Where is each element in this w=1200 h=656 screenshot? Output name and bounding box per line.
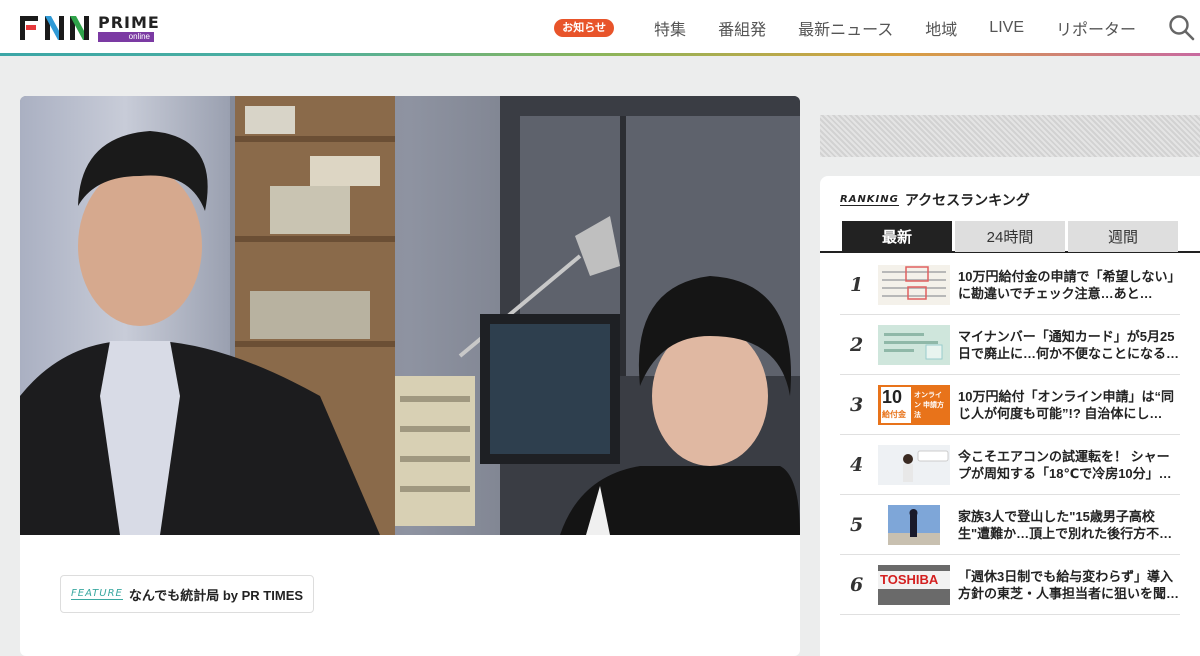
- ranking-thumbnail: 10 給付金 オンライン 申請方法: [878, 384, 950, 425]
- ranking-item[interactable]: 1 10万円給付金の申請で「希望しない」に勘違いでチェック注意…あと…: [840, 255, 1180, 315]
- thumb-text-online: オンライン 申請方法: [914, 391, 944, 419]
- ranking-number: 3: [850, 393, 864, 416]
- logo-online-text: online: [98, 31, 154, 42]
- tab-weekly[interactable]: 週間: [1068, 221, 1178, 252]
- fnn-logo-icon: [20, 16, 89, 40]
- ranking-title: 「週休3日制でも給与変わらず」導入方針の東芝・人事担当者に狙いを聞…: [958, 568, 1180, 601]
- main-nav: お知らせ 特集 番組発 最新ニュース 地域 LIVE リポーター: [554, 0, 1152, 56]
- ranking-number: 5: [850, 513, 864, 536]
- thumb-text-10: 10: [882, 386, 903, 407]
- fnn-logo-mark: [20, 16, 92, 40]
- ranking-thumbnail: [878, 444, 950, 485]
- nav-item-reporter[interactable]: リポーター: [1056, 16, 1136, 40]
- nav-item-latest-news[interactable]: 最新ニュース: [798, 16, 893, 40]
- nav-item-features[interactable]: 特集: [654, 16, 686, 40]
- ranking-item[interactable]: 2 マイナンバー「通知カード」が5月25日で廃止に…何か不便なことになる…: [840, 315, 1180, 375]
- nav-item-region[interactable]: 地域: [925, 16, 957, 40]
- ranking-heading-title: アクセスランキング: [904, 192, 1030, 208]
- ranking-thumbnail: [878, 264, 950, 305]
- nav-item-programs[interactable]: 番組発: [718, 16, 766, 40]
- ranking-item[interactable]: 3 10 給付金 オンライン 申請方法 10万円給付「オンライン申請」は“同じ人…: [840, 375, 1180, 435]
- notice-badge[interactable]: お知らせ: [554, 19, 615, 37]
- ranking-number: 6: [850, 573, 864, 596]
- hero-photo: [20, 96, 800, 535]
- article-card: FEATURE なんでも統計局 by PR TIMES: [20, 96, 800, 656]
- thumb-text-toshiba: TOSHIBA: [880, 571, 939, 587]
- header-color-bar: [0, 53, 1200, 56]
- tab-24h[interactable]: 24時間: [955, 221, 1065, 252]
- feature-tag[interactable]: FEATURE なんでも統計局 by PR TIMES: [60, 575, 315, 613]
- feature-tag-en: FEATURE: [71, 588, 123, 600]
- ranking-number: 1: [850, 273, 864, 296]
- site-header: PRIME online お知らせ 特集 番組発 最新ニュース 地域 LIVE …: [0, 0, 1200, 56]
- ranking-thumbnail: TOSHIBA: [878, 564, 950, 605]
- ranking-number: 2: [850, 333, 864, 356]
- ad-placeholder: [820, 115, 1200, 157]
- ranking-number: 4: [850, 453, 864, 476]
- ranking-item[interactable]: 5 家族3人で登山した"15歳男子高校生"遭難か…頂上で別れた後行方不…: [840, 495, 1180, 555]
- hero-image[interactable]: [20, 96, 800, 535]
- ranking-thumbnail: [878, 504, 950, 545]
- search-icon[interactable]: [1168, 14, 1196, 42]
- ranking-title: 今こそエアコンの試運転を！ シャープが周知する「18℃で冷房10分」…: [958, 448, 1172, 481]
- fnn-prime-logo[interactable]: PRIME online: [20, 12, 160, 42]
- ranking-title: マイナンバー「通知カード」が5月25日で廃止に…何か不便なことになる…: [958, 328, 1180, 361]
- access-ranking: RANKING アクセスランキング 最新 24時間 週間 1 10万円給付金の申…: [820, 176, 1200, 656]
- feature-tag-label: なんでも統計局 by PR TIMES: [128, 587, 304, 603]
- ranking-list: 1 10万円給付金の申請で「希望しない」に勘違いでチェック注意…あと… 2 マイ…: [840, 255, 1180, 615]
- ranking-item[interactable]: 6 TOSHIBA 「週休3日制でも給与変わらず」導入方針の東芝・人事担当者に狙…: [840, 555, 1180, 615]
- ranking-title: 10万円給付金の申請で「希望しない」に勘違いでチェック注意…あと…: [958, 268, 1174, 301]
- ranking-heading: RANKING アクセスランキング: [840, 190, 1030, 210]
- ranking-tabs: 最新 24時間 週間: [820, 221, 1200, 253]
- ranking-item[interactable]: 4 今こそエアコンの試運転を！ シャープが周知する「18℃で冷房10分」…: [840, 435, 1180, 495]
- logo-prime-text: PRIME: [98, 12, 160, 32]
- thumb-text-label: 給付金: [882, 409, 906, 419]
- nav-item-live[interactable]: LIVE: [989, 19, 1024, 37]
- ranking-title: 家族3人で登山した"15歳男子高校生"遭難か…頂上で別れた後行方不…: [958, 508, 1173, 541]
- ranking-heading-en: RANKING: [840, 194, 899, 206]
- ranking-thumbnail: [878, 324, 950, 365]
- ranking-title: 10万円給付「オンライン申請」は“同じ人が何度も可能”!? 自治体にし…: [958, 388, 1174, 421]
- tab-latest[interactable]: 最新: [842, 221, 952, 252]
